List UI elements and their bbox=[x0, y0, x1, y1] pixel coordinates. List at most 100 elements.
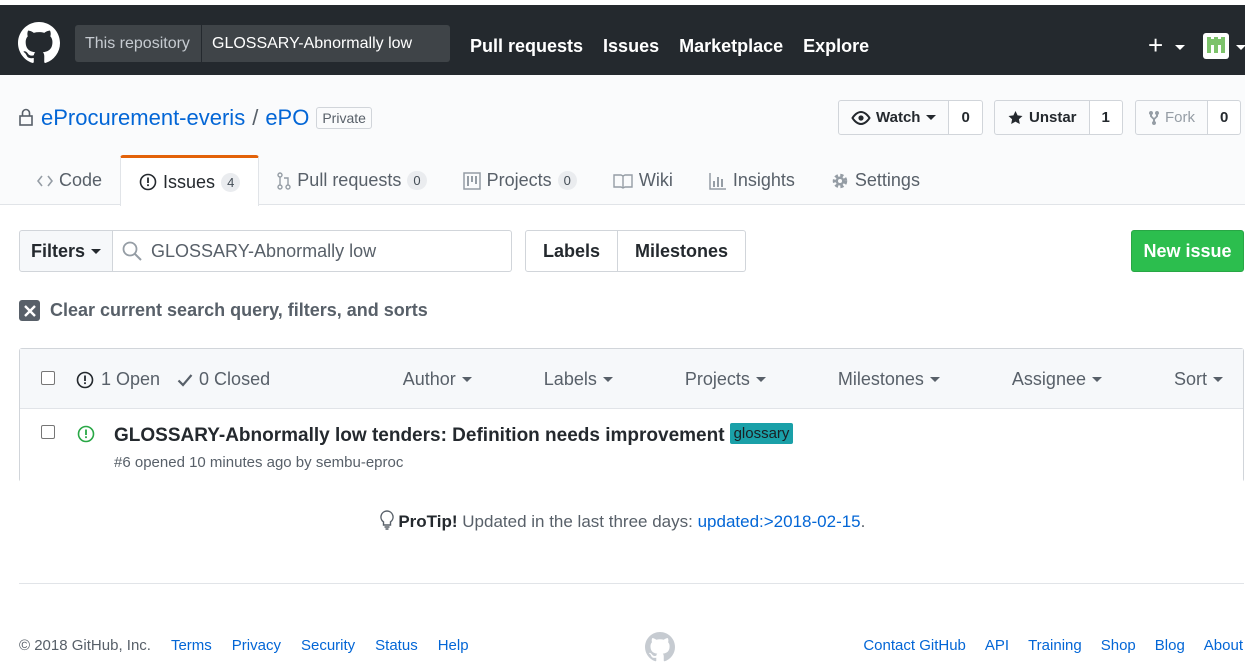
github-logo-icon[interactable] bbox=[18, 22, 60, 64]
chevron-down-icon bbox=[926, 115, 937, 120]
plus-icon[interactable]: + bbox=[1148, 32, 1163, 58]
issue-label-badge[interactable]: glossary bbox=[729, 422, 794, 444]
fork-icon bbox=[1149, 110, 1159, 125]
closed-filter[interactable]: 0 Closed bbox=[177, 369, 270, 390]
milestones-filter-label: Milestones bbox=[837, 369, 924, 389]
graph-icon bbox=[709, 172, 727, 190]
lock-icon bbox=[19, 108, 33, 126]
watch-label: Watch bbox=[876, 109, 921, 126]
footer-blog-link[interactable]: Blog bbox=[1155, 637, 1185, 654]
repo-title: eProcurement-everis / ePO Private bbox=[41, 105, 372, 131]
tab-code-label: Code bbox=[59, 170, 103, 190]
nav-marketplace[interactable]: Marketplace bbox=[679, 36, 783, 57]
footer-privacy-link[interactable]: Privacy bbox=[232, 637, 281, 654]
issue-title-link[interactable]: GLOSSARY-Abnormally low tenders: Definit… bbox=[114, 425, 725, 447]
footer-left: © 2018 GitHub, Inc. Terms Privacy Securi… bbox=[19, 637, 489, 654]
watch-group: Watch 0 bbox=[838, 100, 983, 135]
filters-label: Filters bbox=[30, 240, 86, 261]
private-badge: Private bbox=[316, 107, 372, 129]
git-pull-request-icon bbox=[277, 171, 291, 190]
sort-label: Sort bbox=[1173, 369, 1207, 389]
tab-wiki[interactable]: Wiki bbox=[595, 155, 691, 206]
footer-api-link[interactable]: API bbox=[985, 637, 1009, 654]
fork-label: Fork bbox=[1165, 109, 1195, 126]
footer-divider bbox=[19, 583, 1244, 584]
footer-contact-link[interactable]: Contact GitHub bbox=[863, 637, 966, 654]
tab-insights-label: Insights bbox=[732, 170, 795, 190]
repo-tabs: Code Issues 4 Pull requests 0 Projects 0… bbox=[19, 155, 938, 206]
issue-checkbox[interactable] bbox=[41, 425, 55, 439]
avatar[interactable] bbox=[1203, 33, 1229, 59]
code-icon bbox=[37, 174, 53, 188]
protip-end: . bbox=[860, 512, 866, 531]
nav-pull-requests[interactable]: Pull requests bbox=[470, 36, 583, 57]
labels-button[interactable]: Labels bbox=[525, 230, 619, 272]
footer-training-link[interactable]: Training bbox=[1028, 637, 1082, 654]
search-input[interactable]: GLOSSARY-Abnormally low bbox=[202, 35, 412, 53]
issue-opened-icon bbox=[77, 425, 95, 443]
project-icon bbox=[462, 171, 481, 190]
protip-bold: ProTip! bbox=[398, 512, 458, 531]
star-icon bbox=[1008, 110, 1023, 124]
tab-pull-requests-label: Pull requests bbox=[297, 170, 402, 190]
footer-terms-link[interactable]: Terms bbox=[171, 637, 212, 654]
filters-button[interactable]: Filters bbox=[19, 230, 113, 272]
fork-button[interactable]: Fork bbox=[1135, 100, 1208, 135]
issue-opened-icon bbox=[139, 173, 157, 191]
nav-issues[interactable]: Issues bbox=[603, 36, 659, 57]
assignee-label: Assignee bbox=[1011, 369, 1086, 389]
select-all-checkbox[interactable] bbox=[41, 371, 55, 385]
tab-projects[interactable]: Projects 0 bbox=[445, 155, 595, 206]
open-filter[interactable]: 1 Open bbox=[76, 369, 160, 390]
footer-about-link[interactable]: About bbox=[1204, 637, 1243, 654]
unstar-label: Unstar bbox=[1029, 109, 1077, 126]
watch-count[interactable]: 0 bbox=[949, 100, 983, 135]
light-bulb-icon bbox=[379, 510, 394, 530]
fork-group: Fork 0 bbox=[1135, 100, 1242, 135]
fork-count[interactable]: 0 bbox=[1208, 100, 1242, 135]
milestones-button[interactable]: Milestones bbox=[618, 230, 747, 272]
search-icon bbox=[122, 241, 142, 261]
footer-right: Contact GitHub API Training Shop Blog Ab… bbox=[844, 637, 1243, 654]
milestones-filter[interactable]: Milestones bbox=[802, 369, 940, 390]
projects-filter[interactable]: Projects bbox=[649, 369, 766, 390]
eye-icon bbox=[851, 110, 871, 125]
search-box[interactable]: This repository GLOSSARY-Abnormally low bbox=[75, 25, 450, 62]
star-group: Unstar 1 bbox=[994, 100, 1123, 135]
assignee-filter[interactable]: Assignee bbox=[976, 369, 1102, 390]
chevron-down-icon bbox=[755, 377, 766, 382]
repo-name-link[interactable]: ePO bbox=[265, 105, 309, 131]
footer-help-link[interactable]: Help bbox=[438, 637, 469, 654]
issue-opened-icon bbox=[76, 371, 94, 388]
clear-filters-link[interactable]: Clear current search query, filters, and… bbox=[19, 300, 428, 321]
tab-settings[interactable]: Settings bbox=[813, 155, 938, 206]
tab-insights[interactable]: Insights bbox=[691, 155, 813, 206]
tab-issues[interactable]: Issues 4 bbox=[120, 155, 260, 206]
state-filters: 1 Open 0 Closed bbox=[76, 369, 270, 390]
filter-query: GLOSSARY-Abnormally low bbox=[151, 240, 377, 261]
top-nav: Pull requests Issues Marketplace Explore bbox=[470, 36, 889, 57]
unstar-button[interactable]: Unstar bbox=[994, 100, 1090, 135]
new-issue-button[interactable]: New issue bbox=[1131, 230, 1244, 272]
issue-title-row: GLOSSARY-Abnormally low tenders: Definit… bbox=[114, 422, 794, 447]
avatar-chevron-icon[interactable] bbox=[1236, 45, 1245, 50]
chevron-down-icon bbox=[602, 377, 613, 382]
nav-explore[interactable]: Explore bbox=[803, 36, 869, 57]
filter-input[interactable]: GLOSSARY-Abnormally low bbox=[113, 230, 512, 272]
tab-pull-requests[interactable]: Pull requests 0 bbox=[259, 155, 444, 206]
watch-button[interactable]: Watch bbox=[838, 100, 950, 135]
chevron-down-icon bbox=[461, 377, 472, 382]
tab-code[interactable]: Code bbox=[19, 155, 120, 206]
github-mark-icon[interactable] bbox=[645, 632, 675, 662]
footer-security-link[interactable]: Security bbox=[301, 637, 355, 654]
star-count[interactable]: 1 bbox=[1089, 100, 1123, 135]
footer-status-link[interactable]: Status bbox=[375, 637, 418, 654]
sort-filter[interactable]: Sort bbox=[1138, 369, 1223, 390]
repo-owner-link[interactable]: eProcurement-everis bbox=[41, 105, 245, 131]
footer-shop-link[interactable]: Shop bbox=[1101, 637, 1136, 654]
labels-filter[interactable]: Labels bbox=[508, 369, 613, 390]
chevron-down-icon bbox=[1213, 377, 1223, 382]
chevron-down-icon[interactable] bbox=[1175, 45, 1185, 50]
protip-link[interactable]: updated:>2018-02-15 bbox=[698, 512, 861, 531]
author-filter[interactable]: Author bbox=[367, 369, 472, 390]
